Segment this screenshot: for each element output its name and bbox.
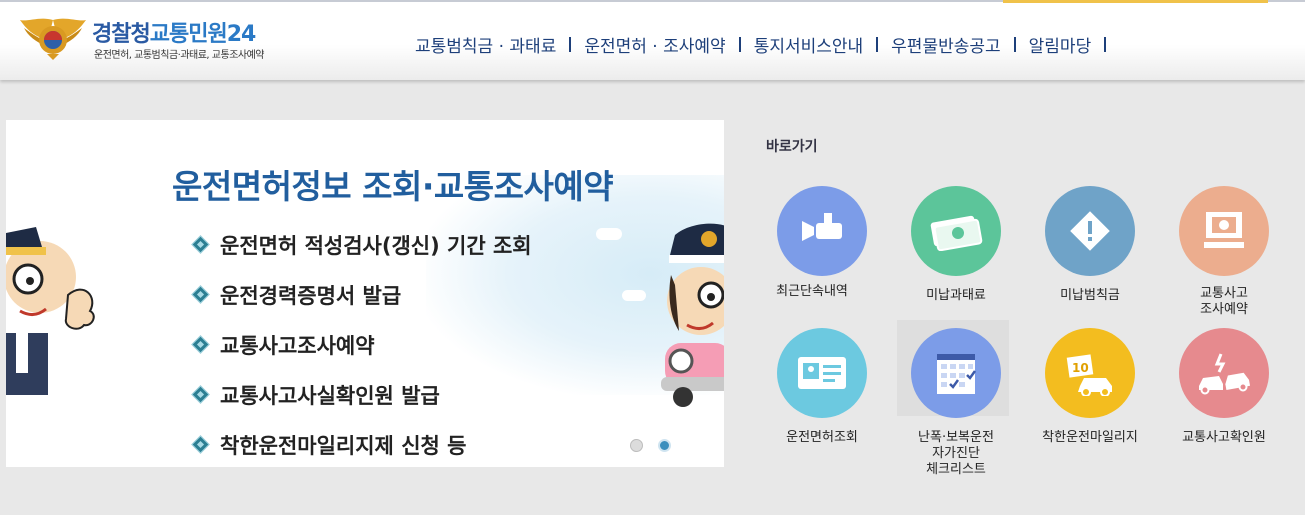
quick-link-label: 교통사고 조사예약 — [1200, 286, 1248, 317]
banner-feature-item: 교통사고조사예약 — [191, 320, 532, 370]
quick-link-aggressive-driving-checklist[interactable]: 난폭·보복운전 자가진단 체크리스트 — [891, 320, 1021, 478]
quick-link-accident-reservation[interactable]: 교통사고 조사예약 — [1159, 186, 1289, 336]
slide-pagination — [630, 439, 671, 452]
nav-returned-mail[interactable]: 우편물반송공고 — [878, 32, 1013, 57]
warning-sign-icon — [1045, 186, 1135, 276]
logo-title: 경찰청교통민원24 — [92, 22, 256, 47]
main-banner[interactable]: 운전면허정보 조회·교통조사예약 운전면허 적성검사(갱신) 기간 조회 운전경… — [6, 120, 724, 467]
quick-link-license-inquiry[interactable]: 운전면허조회 — [757, 328, 887, 478]
banner-feature-text: 교통사고조사예약 — [220, 334, 375, 358]
car-crash-icon — [1179, 328, 1269, 418]
quick-link-good-driving-mileage[interactable]: 10 착한운전마일리지 — [1025, 328, 1155, 478]
checklist-calendar-icon — [911, 328, 1001, 418]
banner-feature-item: 운전면허 적성검사(갱신) 기간 조회 — [191, 220, 532, 270]
quick-link-unpaid-penalties[interactable]: 미납범칙금 — [1025, 186, 1155, 336]
quick-link-label: 난폭·보복운전 자가진단 체크리스트 — [918, 430, 994, 477]
cloud-decoration — [596, 228, 622, 240]
quick-link-label: 착한운전마일리지 — [1042, 430, 1138, 445]
slide-dot-2-active[interactable] — [658, 439, 671, 452]
quick-link-label: 미납범칙금 — [1060, 288, 1120, 303]
slide-dot-1[interactable] — [630, 439, 643, 452]
banner-title: 운전면허정보 조회·교통조사예약 — [172, 167, 614, 206]
monitor-icon — [1179, 186, 1269, 276]
banknote-icon — [911, 186, 1001, 276]
mileage-car-icon: 10 — [1045, 328, 1135, 418]
diamond-bullet-icon — [191, 434, 220, 456]
quick-link-label: 미납과태료 — [926, 288, 986, 303]
svg-text:10: 10 — [1072, 361, 1089, 375]
banner-feature-text: 운전경력증명서 발급 — [220, 284, 402, 308]
cctv-camera-icon — [777, 186, 867, 276]
nav-notification-service[interactable]: 통지서비스안내 — [741, 32, 876, 57]
quick-link-label: 교통사고확인원 — [1182, 430, 1266, 445]
quick-link-accident-certificate[interactable]: 교통사고확인원 — [1159, 328, 1289, 478]
quick-link-unpaid-fines[interactable]: 미납과태료 — [891, 186, 1021, 336]
banner-feature-item: 교통사고사실확인원 발급 — [191, 370, 532, 420]
nav-license-reservation[interactable]: 운전면허 · 조사예약 — [571, 32, 738, 57]
quick-link-label: 운전면허조회 — [786, 430, 858, 445]
banner-feature-text: 교통사고사실확인원 발급 — [220, 384, 440, 408]
nav-fines[interactable]: 교통범칙금 · 과태료 — [402, 32, 569, 57]
quick-link-label: 최근단속내역 — [776, 284, 848, 299]
banner-feature-item: 운전경력증명서 발급 — [191, 270, 532, 320]
site-header: 경찰청교통민원24 운전면허, 교통범칙금·과태료, 교통조사예약 교통범칙금 … — [0, 0, 1305, 80]
diamond-bullet-icon — [191, 234, 220, 256]
banner-feature-text: 운전면허 적성검사(갱신) 기간 조회 — [220, 234, 532, 258]
diamond-bullet-icon — [191, 384, 220, 406]
banner-feature-item: 착한운전마일리지제 신청 등 — [191, 420, 532, 467]
police-emblem-icon — [20, 18, 86, 60]
nav-divider — [1104, 36, 1107, 52]
nav-notice-board[interactable]: 알림마당 — [1016, 32, 1105, 57]
banner-feature-list: 운전면허 적성검사(갱신) 기간 조회 운전경력증명서 발급 교통사고조사예약 … — [191, 220, 532, 467]
quick-links-title: 바로가기 — [766, 139, 818, 155]
logo-tagline: 운전면허, 교통범칙금·과태료, 교통조사예약 — [94, 50, 265, 61]
banner-feature-text: 착한운전마일리지제 신청 등 — [220, 434, 467, 458]
site-logo[interactable]: 경찰청교통민원24 운전면허, 교통범칙금·과태료, 교통조사예약 — [18, 14, 318, 64]
cloud-decoration — [622, 290, 646, 301]
police-officer-car-illustration — [661, 223, 724, 407]
license-card-icon — [777, 328, 867, 418]
main-nav: 교통범칙금 · 과태료 운전면허 · 조사예약 통지서비스안내 우편물반송공고 … — [402, 32, 1107, 57]
police-officer-illustration — [6, 227, 95, 395]
header-accent-strip — [1003, 0, 1268, 3]
quick-link-recent-enforcement[interactable]: 최근단속내역 — [757, 186, 887, 336]
diamond-bullet-icon — [191, 334, 220, 356]
diamond-bullet-icon — [191, 284, 220, 306]
